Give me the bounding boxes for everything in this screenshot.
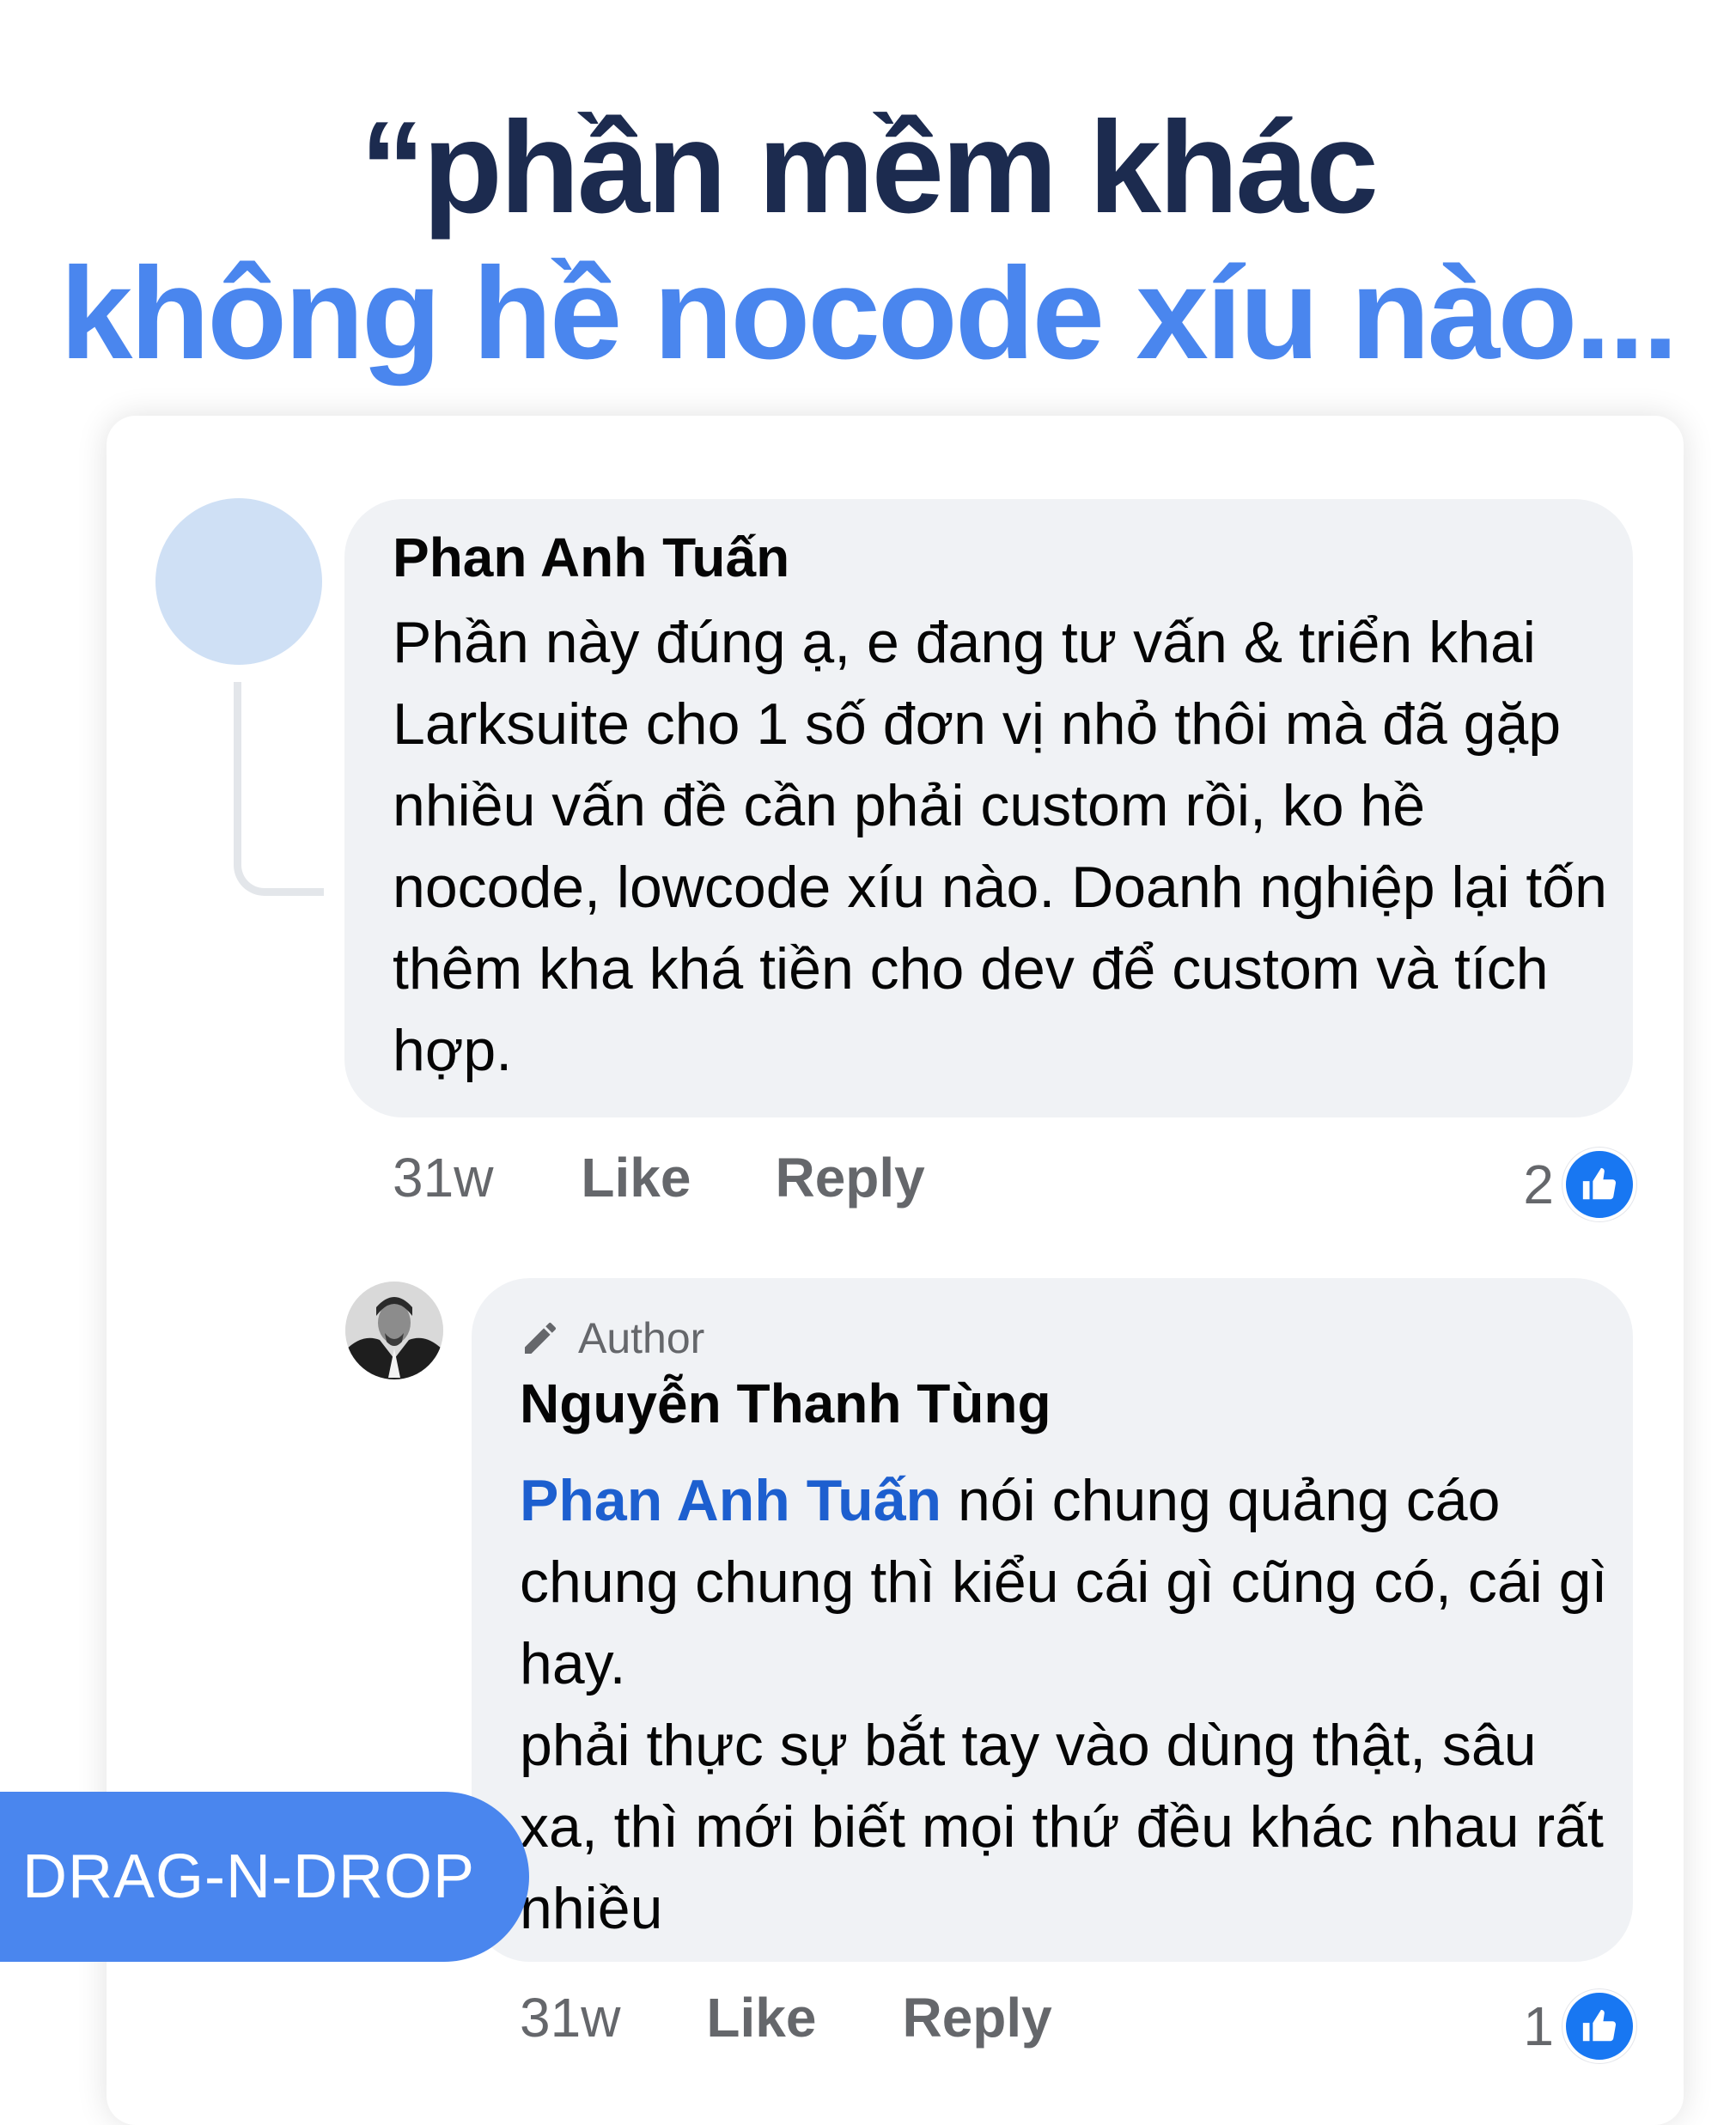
author-badge-label: Author bbox=[578, 1314, 705, 1362]
reaction-summary[interactable]: 2 bbox=[1523, 1148, 1636, 1221]
reply-time[interactable]: 31w bbox=[520, 1986, 620, 2049]
comment-time[interactable]: 31w bbox=[393, 1146, 493, 1209]
reaction-count: 2 bbox=[1523, 1154, 1554, 1215]
pencil-icon bbox=[525, 1322, 556, 1354]
author-badge: Author bbox=[520, 1312, 704, 1364]
reply-text-part: phải thực sự bắt tay vào dùng thật, sâu … bbox=[520, 1713, 1604, 1941]
comment-text: Phần này đúng ạ, e đang tư vấn & triển k… bbox=[393, 610, 1607, 1083]
reply-bubble: Author Nguyễn Thanh Tùng Phan Anh Tuấn n… bbox=[472, 1278, 1633, 1962]
avatar[interactable] bbox=[345, 1282, 443, 1379]
comment-bubble: Phan Anh Tuấn Phần này đúng ạ, e đang tư… bbox=[344, 499, 1633, 1117]
like-button[interactable]: Like bbox=[706, 1986, 816, 2049]
reaction-summary[interactable]: 1 bbox=[1523, 1989, 1636, 2063]
drag-n-drop-badge: DRAG-N-DROP bbox=[0, 1792, 529, 1962]
reply-button[interactable]: Reply bbox=[902, 1986, 1051, 2049]
reaction-count: 1 bbox=[1523, 1995, 1554, 2057]
thumbs-up-icon bbox=[1562, 1148, 1636, 1221]
reply-button[interactable]: Reply bbox=[775, 1146, 924, 1209]
avatar[interactable] bbox=[155, 498, 322, 665]
thread-connector bbox=[234, 682, 324, 896]
reply-text: Phan Anh Tuấn nói chung quảng cáo chung … bbox=[520, 1460, 1619, 1950]
reply-author[interactable]: Nguyễn Thanh Tùng bbox=[520, 1371, 1051, 1436]
comment-actions: 31w Like Reply bbox=[393, 1143, 925, 1212]
like-button[interactable]: Like bbox=[581, 1146, 691, 1209]
comment-author[interactable]: Phan Anh Tuấn bbox=[393, 525, 789, 590]
reply-actions: 31w Like Reply bbox=[520, 1983, 1052, 2052]
headline-line-2: không hề nocode xíu nào... bbox=[59, 241, 1678, 387]
headline-line-1: “phần mềm khác bbox=[360, 94, 1379, 241]
thumbs-up-icon bbox=[1562, 1989, 1636, 2063]
mention-link[interactable]: Phan Anh Tuấn bbox=[520, 1468, 941, 1533]
